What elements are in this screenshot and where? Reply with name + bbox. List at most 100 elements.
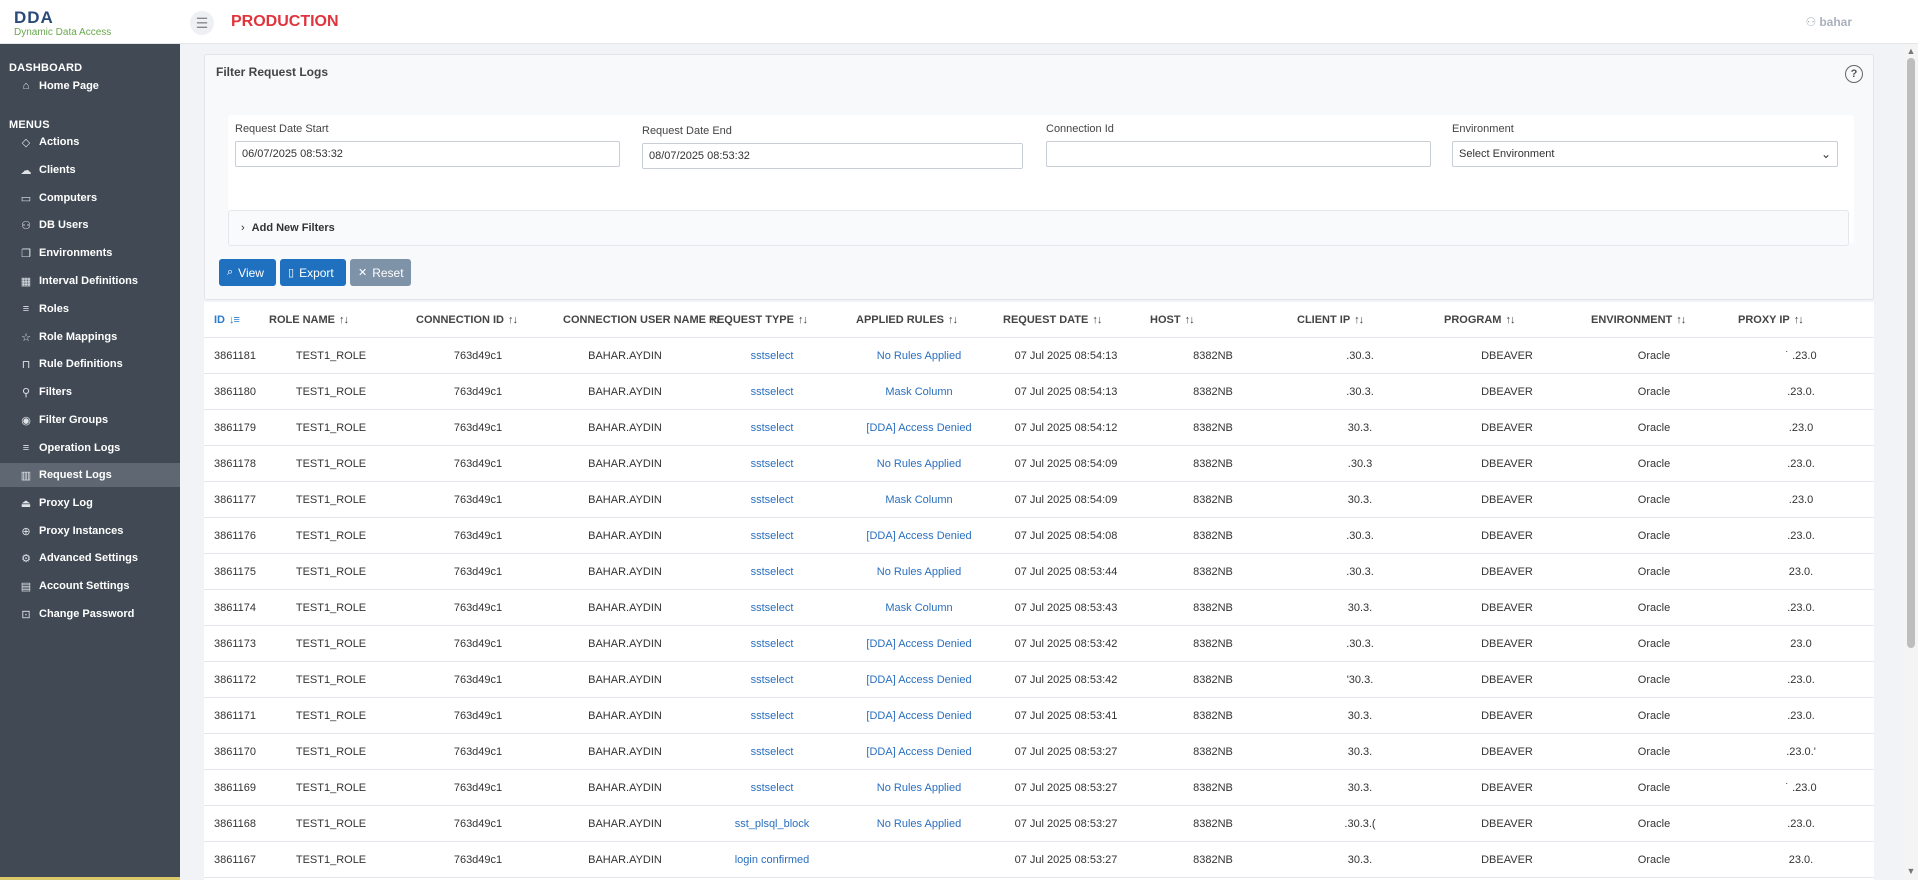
- sort-icon[interactable]: ↑↓: [1185, 314, 1195, 326]
- user-menu[interactable]: ⚇ bahar: [1806, 15, 1852, 29]
- reset-button[interactable]: ✕ Reset: [350, 259, 411, 286]
- export-button[interactable]: ▯ Export: [280, 259, 346, 286]
- table-row[interactable]: 3861172 TEST1_ROLE 763d49c1 BAHAR.AYDIN ssts…: [204, 662, 1874, 698]
- column-header-host[interactable]: HOST ↑↓: [1150, 314, 1195, 326]
- sort-icon[interactable]: ↑↓: [1794, 314, 1804, 326]
- cell-type[interactable]: sstselect: [702, 386, 842, 398]
- scroll-up-icon[interactable]: ▲: [1906, 46, 1916, 56]
- column-header-connection-user-name[interactable]: CONNECTION USER NAME ↑↓: [563, 314, 720, 326]
- table-row[interactable]: 3861175 TEST1_ROLE 763d49c1 BAHAR.AYDIN ssts…: [204, 554, 1874, 590]
- cell-rules[interactable]: No Rules Applied: [849, 782, 989, 794]
- cell-type[interactable]: sstselect: [702, 566, 842, 578]
- cell-type[interactable]: sstselect: [702, 350, 842, 362]
- cell-rules[interactable]: [DDA] Access Denied: [849, 674, 989, 686]
- cell-rules[interactable]: [DDA] Access Denied: [849, 710, 989, 722]
- sort-icon[interactable]: ↑↓: [1354, 314, 1364, 326]
- sidebar-item-proxy-log[interactable]: ⏏ Proxy Log: [0, 491, 180, 515]
- cell-rules[interactable]: No Rules Applied: [849, 350, 989, 362]
- table-row[interactable]: 3861174 TEST1_ROLE 763d49c1 BAHAR.AYDIN ssts…: [204, 590, 1874, 626]
- sidebar-item-roles[interactable]: ≡ Roles: [0, 297, 180, 321]
- column-header-request-date[interactable]: REQUEST DATE ↑↓: [1003, 314, 1102, 326]
- sidebar-item-filter-groups[interactable]: ◉ Filter Groups: [0, 408, 180, 432]
- environment-select[interactable]: Select Environment ⌄: [1452, 141, 1838, 167]
- cell-rules[interactable]: Mask Column: [849, 386, 989, 398]
- table-row[interactable]: 3861178 TEST1_ROLE 763d49c1 BAHAR.AYDIN ssts…: [204, 446, 1874, 482]
- cell-type[interactable]: sstselect: [702, 458, 842, 470]
- sort-icon[interactable]: ↑↓: [339, 314, 349, 326]
- cell-type[interactable]: sstselect: [702, 602, 842, 614]
- table-row[interactable]: 3861176 TEST1_ROLE 763d49c1 BAHAR.AYDIN ssts…: [204, 518, 1874, 554]
- sidebar-item-request-logs[interactable]: ▥ Request Logs: [0, 463, 180, 487]
- cell-rules[interactable]: [DDA] Access Denied: [849, 530, 989, 542]
- column-header-environment[interactable]: ENVIRONMENT ↑↓: [1591, 314, 1686, 326]
- cell-rules[interactable]: [DDA] Access Denied: [849, 422, 989, 434]
- scroll-down-icon[interactable]: ▼: [1906, 866, 1916, 876]
- request-date-end-input[interactable]: 08/07/2025 08:53:32: [642, 143, 1023, 169]
- cell-type[interactable]: sstselect: [702, 710, 842, 722]
- cell-rules[interactable]: [DDA] Access Denied: [849, 746, 989, 758]
- sidebar-item-computers[interactable]: ▭ Computers: [0, 186, 180, 210]
- sort-icon[interactable]: ↑↓: [948, 314, 958, 326]
- menu-toggle-icon[interactable]: ☰: [190, 11, 214, 35]
- cell-type[interactable]: sstselect: [702, 674, 842, 686]
- table-row[interactable]: 3861170 TEST1_ROLE 763d49c1 BAHAR.AYDIN ssts…: [204, 734, 1874, 770]
- cell-rules[interactable]: No Rules Applied: [849, 818, 989, 830]
- table-row[interactable]: 3861179 TEST1_ROLE 763d49c1 BAHAR.AYDIN ssts…: [204, 410, 1874, 446]
- sidebar-item-role-mappings[interactable]: ☆ Role Mappings: [0, 325, 180, 349]
- table-row[interactable]: 3861169 TEST1_ROLE 763d49c1 BAHAR.AYDIN ssts…: [204, 770, 1874, 806]
- sidebar-item-db-users[interactable]: ⚇ DB Users: [0, 213, 180, 237]
- cell-type[interactable]: sstselect: [702, 422, 842, 434]
- cell-type[interactable]: login confirmed: [702, 854, 842, 866]
- sidebar-item-environments[interactable]: ❐ Environments: [0, 241, 180, 265]
- sort-icon[interactable]: ↑↓: [1505, 314, 1515, 326]
- table-row[interactable]: 3861181 TEST1_ROLE 763d49c1 BAHAR.AYDIN ssts…: [204, 338, 1874, 374]
- column-header-role-name[interactable]: ROLE NAME ↑↓: [269, 314, 349, 326]
- column-header-connection-id[interactable]: CONNECTION ID ↑↓: [416, 314, 518, 326]
- cell-type[interactable]: sstselect: [702, 530, 842, 542]
- connection-id-input[interactable]: [1046, 141, 1431, 167]
- cell-rules[interactable]: Mask Column: [849, 602, 989, 614]
- cell-type[interactable]: sstselect: [702, 782, 842, 794]
- logo[interactable]: DDA Dynamic Data Access: [14, 9, 144, 39]
- column-header-request-type[interactable]: REQUEST TYPE ↑↓: [709, 314, 808, 326]
- scrollbar-thumb[interactable]: [1907, 58, 1915, 648]
- sidebar-item-proxy-instances[interactable]: ⊕ Proxy Instances: [0, 519, 180, 543]
- view-button[interactable]: ⌕ View: [219, 259, 276, 286]
- cell-type[interactable]: sst_plsql_block: [702, 818, 842, 830]
- request-date-start-input[interactable]: 06/07/2025 08:53:32: [235, 141, 620, 167]
- sort-icon[interactable]: ↑↓: [798, 314, 808, 326]
- cell-type[interactable]: sstselect: [702, 494, 842, 506]
- sidebar-item-change-password[interactable]: ⊡ Change Password: [0, 602, 180, 626]
- sidebar-item-rule-definitions[interactable]: ⊓ Rule Definitions: [0, 352, 180, 376]
- table-row[interactable]: 3861171 TEST1_ROLE 763d49c1 BAHAR.AYDIN ssts…: [204, 698, 1874, 734]
- sidebar-item-actions[interactable]: ◇ Actions: [0, 130, 180, 154]
- column-header-id[interactable]: ID ↓≡: [214, 314, 240, 326]
- sidebar-item-operation-logs[interactable]: ≡ Operation Logs: [0, 436, 180, 460]
- column-header-applied-rules[interactable]: APPLIED RULES ↑↓: [856, 314, 958, 326]
- sidebar-item-advanced-settings[interactable]: ⚙ Advanced Settings: [0, 546, 180, 570]
- cell-rules[interactable]: No Rules Applied: [849, 458, 989, 470]
- vertical-scrollbar[interactable]: ▲ ▼: [1904, 44, 1918, 880]
- sort-icon[interactable]: ↑↓: [1676, 314, 1686, 326]
- column-header-program[interactable]: PROGRAM ↑↓: [1444, 314, 1515, 326]
- sidebar-item-home-page[interactable]: ⌂ Home Page: [0, 74, 180, 98]
- sort-icon[interactable]: ↑↓: [508, 314, 518, 326]
- sort-icon[interactable]: ↑↓: [1092, 314, 1102, 326]
- table-row[interactable]: 3861177 TEST1_ROLE 763d49c1 BAHAR.AYDIN ssts…: [204, 482, 1874, 518]
- column-header-client-ip[interactable]: CLIENT IP ↑↓: [1297, 314, 1364, 326]
- cell-type[interactable]: sstselect: [702, 746, 842, 758]
- table-row[interactable]: 3861173 TEST1_ROLE 763d49c1 BAHAR.AYDIN ssts…: [204, 626, 1874, 662]
- cell-rules[interactable]: Mask Column: [849, 494, 989, 506]
- column-header-proxy-ip[interactable]: PROXY IP ↑↓: [1738, 314, 1804, 326]
- cell-rules[interactable]: [DDA] Access Denied: [849, 638, 989, 650]
- add-new-filters-toggle[interactable]: › Add New Filters: [228, 210, 1849, 246]
- sidebar-item-interval-definitions[interactable]: ▦ Interval Definitions: [0, 269, 180, 293]
- cell-type[interactable]: sstselect: [702, 638, 842, 650]
- sort-desc-icon[interactable]: ↓≡: [229, 314, 240, 326]
- question-icon[interactable]: ?: [1845, 65, 1863, 83]
- cell-rules[interactable]: No Rules Applied: [849, 566, 989, 578]
- sidebar-item-filters[interactable]: ⚲ Filters: [0, 380, 180, 404]
- table-row[interactable]: 3861167 TEST1_ROLE 763d49c1 BAHAR.AYDIN logi…: [204, 842, 1874, 878]
- table-row[interactable]: 3861180 TEST1_ROLE 763d49c1 BAHAR.AYDIN ssts…: [204, 374, 1874, 410]
- table-row[interactable]: 3861168 TEST1_ROLE 763d49c1 BAHAR.AYDIN sst_…: [204, 806, 1874, 842]
